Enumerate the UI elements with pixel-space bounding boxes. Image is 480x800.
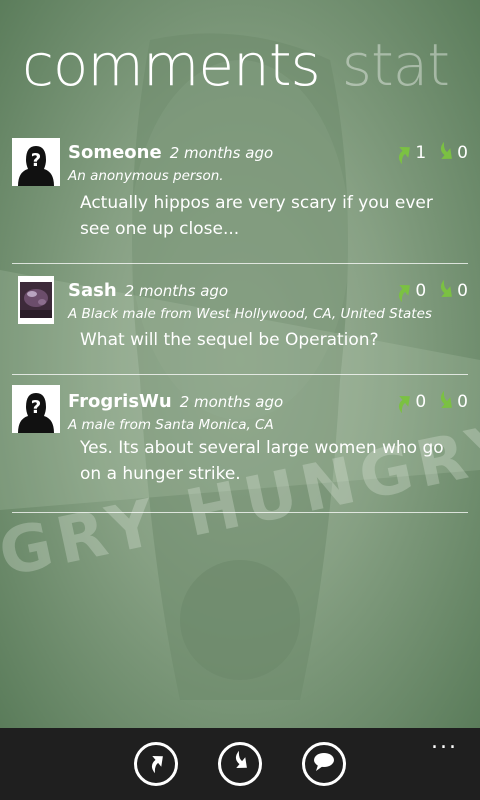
up-vote-count: 0 — [415, 392, 427, 412]
comment-time: 2 months ago — [179, 393, 284, 411]
vote-down-icon[interactable] — [434, 141, 456, 164]
vote-up-icon[interactable] — [392, 391, 414, 414]
pivot-header: comments stat — [22, 30, 450, 100]
comment-author-description: A Black male from West Hollywood, CA, Un… — [68, 306, 432, 322]
up-vote-count: 1 — [415, 143, 427, 163]
down-vote-count: 0 — [457, 281, 468, 301]
comment-button[interactable] — [302, 742, 346, 786]
anonymous-avatar-icon: ? — [12, 138, 60, 186]
comment-time: 2 months ago — [124, 282, 229, 300]
anonymous-avatar-icon: ? — [12, 385, 60, 433]
comment-username[interactable]: Someone — [68, 142, 162, 163]
more-options-button[interactable]: ... — [431, 730, 458, 754]
comment-item[interactable]: ? Someone 2 months ago An anonymous perso… — [12, 128, 468, 264]
vote-up-icon[interactable] — [392, 280, 414, 303]
comment-votes: 1 0 — [392, 141, 468, 165]
vote-down-icon[interactable] — [434, 390, 456, 413]
down-vote-count: 0 — [457, 392, 468, 412]
comment-text: Yes. Its about several large women who g… — [80, 438, 444, 484]
vote-up-icon[interactable] — [392, 142, 414, 165]
comment-item[interactable]: ? FrogrisWu 2 months ago A male from Sant… — [12, 375, 468, 513]
comment-author[interactable]: FrogrisWu 2 months ago — [68, 391, 283, 412]
thumbs-down-icon — [228, 750, 252, 778]
comment-item[interactable]: Sash 2 months ago A Black male from West … — [12, 264, 468, 375]
comment-text: What will the sequel be Operation? — [80, 330, 379, 350]
up-vote-count: 0 — [415, 281, 427, 301]
thumbs-down-button[interactable] — [218, 742, 262, 786]
photo-avatar-icon — [18, 276, 54, 324]
down-vote-count: 0 — [457, 143, 468, 163]
pivot-item-stats[interactable]: stat — [342, 31, 450, 99]
comment-text: Actually hippos are very scary if you ev… — [80, 193, 433, 239]
comment-author-description: An anonymous person. — [68, 168, 224, 184]
comment-username[interactable]: FrogrisWu — [68, 391, 172, 412]
comment-author[interactable]: Someone 2 months ago — [68, 142, 273, 163]
comment-icon — [312, 750, 336, 778]
comment-time: 2 months ago — [169, 144, 274, 162]
comment-author-description: A male from Santa Monica, CA — [68, 417, 274, 433]
pivot-item-comments[interactable]: comments — [22, 31, 321, 99]
comment-votes: 0 0 — [392, 390, 468, 414]
comment-username[interactable]: Sash — [68, 280, 117, 301]
thumbs-up-button[interactable] — [134, 742, 178, 786]
app-screen: GRY HUNGRY HI commentsstat ? Someone2 mo… — [0, 0, 480, 800]
vote-down-icon[interactable] — [434, 279, 456, 302]
svg-text:?: ? — [31, 397, 41, 418]
comment-votes: 0 0 — [392, 279, 468, 303]
svg-text:?: ? — [31, 150, 41, 171]
thumbs-up-icon — [144, 750, 168, 778]
application-bar: ... — [0, 728, 480, 800]
comments-list: ? Someone 2 months ago An anonymous perso… — [0, 128, 480, 513]
comment-author[interactable]: Sash 2 months ago — [68, 280, 228, 301]
